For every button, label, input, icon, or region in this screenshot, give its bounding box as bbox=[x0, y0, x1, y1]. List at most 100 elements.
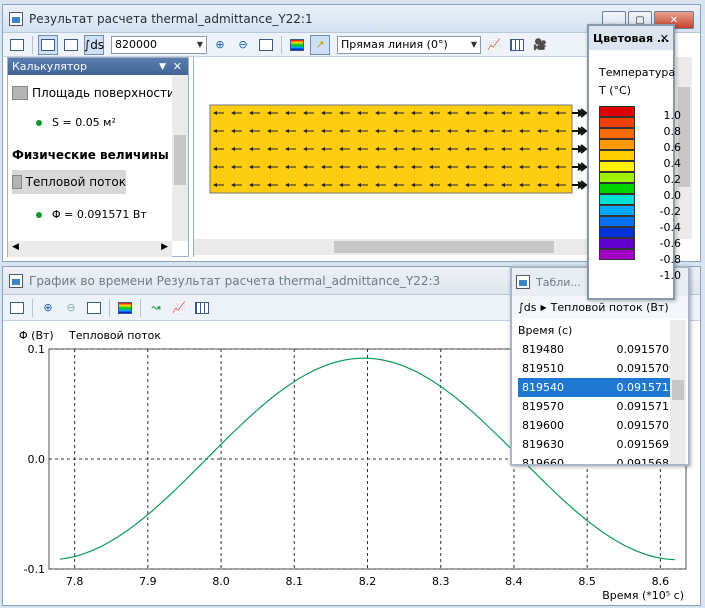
copy-button[interactable] bbox=[61, 35, 81, 55]
field-view-button[interactable] bbox=[38, 34, 58, 55]
legend-level-label: -1.0 bbox=[659, 269, 681, 282]
color-legend-quantity: Температура bbox=[599, 66, 676, 79]
table-row[interactable]: 819600 0.0915705 bbox=[518, 416, 680, 435]
table-row[interactable]: 819570 0.0915711 bbox=[518, 397, 680, 416]
legend-level-label: -0.6 bbox=[659, 237, 681, 250]
scroll-thumb[interactable] bbox=[334, 241, 554, 253]
zoom-out-button[interactable]: ⊖ bbox=[233, 35, 253, 55]
legend-color-cell bbox=[599, 128, 635, 139]
tree-group-physical: Физические величины bbox=[12, 148, 169, 162]
tree-group-label: Физические величины bbox=[12, 148, 169, 162]
plot-button[interactable]: 📈 bbox=[484, 35, 504, 55]
window-icon bbox=[516, 275, 530, 289]
table-icon bbox=[195, 301, 209, 314]
zoom-in-icon: ⊕ bbox=[43, 301, 53, 314]
plot-button[interactable]: 📈 bbox=[169, 298, 189, 318]
table-cell-time: 819570 bbox=[522, 400, 564, 413]
scroll-thumb[interactable] bbox=[672, 380, 684, 400]
tree-item-surface-area[interactable]: Площадь поверхности bbox=[12, 86, 175, 100]
table-cell-value: 0.0915712 bbox=[616, 381, 677, 394]
chevron-down-icon: ▼ bbox=[196, 40, 203, 49]
calculator-header[interactable]: Калькулятор ▼ ✕ bbox=[8, 58, 188, 75]
close-icon[interactable]: ✕ bbox=[660, 32, 669, 45]
legend-color-cell bbox=[599, 139, 635, 150]
zoom-in-button[interactable]: ⊕ bbox=[210, 35, 230, 55]
table-cell-value: 0.0915709 bbox=[616, 362, 677, 375]
legend-color-cell bbox=[599, 194, 635, 205]
x-tick-label: 7.8 bbox=[66, 575, 84, 588]
tree-item-area-value[interactable]: S = 0.05 м² bbox=[36, 116, 116, 129]
toolbar-separator bbox=[32, 35, 33, 54]
field-view-icon bbox=[41, 38, 55, 51]
integral-button[interactable]: ∫ds bbox=[84, 34, 104, 55]
curve-button[interactable]: ↝ bbox=[146, 298, 166, 318]
window-icon bbox=[9, 273, 23, 288]
table-cell-value: 0.0915711 bbox=[616, 400, 677, 413]
table-button[interactable] bbox=[507, 35, 527, 55]
col-time-header[interactable]: Время (с) bbox=[518, 324, 572, 337]
tree-item-label: Площадь поверхности bbox=[32, 86, 175, 100]
zoom-out-button[interactable]: ⊖ bbox=[61, 298, 81, 318]
window-layout-button[interactable] bbox=[7, 298, 27, 318]
scroll-right-icon[interactable]: ▶ bbox=[161, 242, 168, 252]
table-cell-time: 819480 bbox=[522, 343, 564, 356]
scroll-thumb[interactable] bbox=[174, 135, 186, 185]
table-row[interactable]: 819630 0.0915695 bbox=[518, 435, 680, 454]
table-cell-time: 819660 bbox=[522, 457, 564, 464]
y-axis-label: Φ (Вт) bbox=[19, 329, 54, 342]
color-map-button[interactable] bbox=[115, 298, 135, 318]
zoom-fit-button[interactable] bbox=[256, 35, 276, 55]
table-row[interactable]: 819660 0.0915681 bbox=[518, 454, 680, 464]
table-row[interactable]: 819540 0.0915712 bbox=[518, 378, 680, 397]
table-scrollbar-v[interactable] bbox=[670, 320, 686, 464]
camera-button[interactable]: 🎥 bbox=[530, 35, 550, 55]
time-select[interactable]: 820000 ▼ bbox=[111, 35, 207, 54]
arrow-style-select[interactable]: Прямая линия (0°) ▼ bbox=[337, 35, 481, 54]
tree-item-label: Тепловой поток bbox=[25, 175, 126, 189]
scroll-left-icon[interactable]: ◀ bbox=[12, 242, 19, 252]
tree-value: S = 0.05 м² bbox=[52, 116, 116, 129]
zoom-fit-button[interactable] bbox=[84, 298, 104, 318]
pin-icon[interactable]: ▼ bbox=[159, 62, 166, 72]
table-title: Табли... bbox=[536, 275, 581, 289]
close-icon[interactable]: ✕ bbox=[173, 60, 182, 73]
tree-item-flux-value[interactable]: Φ = 0.091571 Вт bbox=[36, 208, 147, 221]
x-tick-label: 8.0 bbox=[212, 575, 230, 588]
color-legend-titlebar[interactable]: Цветовая ... ✕ bbox=[589, 26, 673, 50]
zoom-in-button[interactable]: ⊕ bbox=[38, 298, 58, 318]
toolbar-separator bbox=[32, 298, 33, 317]
arrows-icon: ↗ bbox=[315, 38, 325, 51]
color-map-button[interactable] bbox=[287, 35, 307, 55]
heat-field-region[interactable] bbox=[209, 104, 573, 194]
calculator-scrollbar-h[interactable]: ◀ ▶ bbox=[8, 241, 172, 257]
table-cell-value: 0.0915701 bbox=[616, 343, 677, 356]
camera-icon: 🎥 bbox=[533, 38, 547, 51]
table-icon bbox=[510, 38, 524, 51]
legend-level-label: 0.8 bbox=[663, 125, 682, 138]
chevron-right-icon[interactable]: ▶ bbox=[540, 303, 546, 312]
plot-icon: 📈 bbox=[487, 38, 501, 51]
table-body: 819480 0.0915701 819510 0.0915709 819540 0.09… bbox=[512, 340, 688, 464]
y-tick-label: 0.0 bbox=[28, 453, 46, 466]
calculator-scrollbar-v[interactable] bbox=[172, 75, 188, 241]
y-tick-label: 0.1 bbox=[28, 343, 46, 356]
table-row[interactable]: 819480 0.0915701 bbox=[518, 340, 680, 359]
table-button[interactable] bbox=[192, 298, 212, 318]
legend-color-cell bbox=[599, 183, 635, 194]
legend-level-label: 0.2 bbox=[663, 173, 682, 186]
zoom-in-icon: ⊕ bbox=[215, 38, 225, 51]
tree-item-heat-flux[interactable]: Тепловой поток bbox=[12, 170, 126, 194]
zoom-out-icon: ⊖ bbox=[66, 301, 76, 314]
folder-icon bbox=[12, 86, 28, 100]
chevron-down-icon: ▼ bbox=[470, 40, 477, 49]
color-legend-unit: T (°C) bbox=[599, 84, 631, 97]
x-tick-label: 8.2 bbox=[359, 575, 377, 588]
result-toolbar: ∫ds 820000 ▼ ⊕ ⊖ ↗ Прямая линия (0°) ▼ 📈 🎥 bbox=[3, 33, 593, 57]
integral-icon[interactable]: ∫ds bbox=[518, 301, 536, 314]
arrows-button[interactable]: ↗ bbox=[310, 34, 330, 55]
window-layout-button[interactable] bbox=[7, 35, 27, 55]
zoom-fit-icon bbox=[87, 301, 101, 314]
x-tick-label: 8.6 bbox=[652, 575, 670, 588]
table-row[interactable]: 819510 0.0915709 bbox=[518, 359, 680, 378]
table-cell-value: 0.0915705 bbox=[616, 419, 677, 432]
